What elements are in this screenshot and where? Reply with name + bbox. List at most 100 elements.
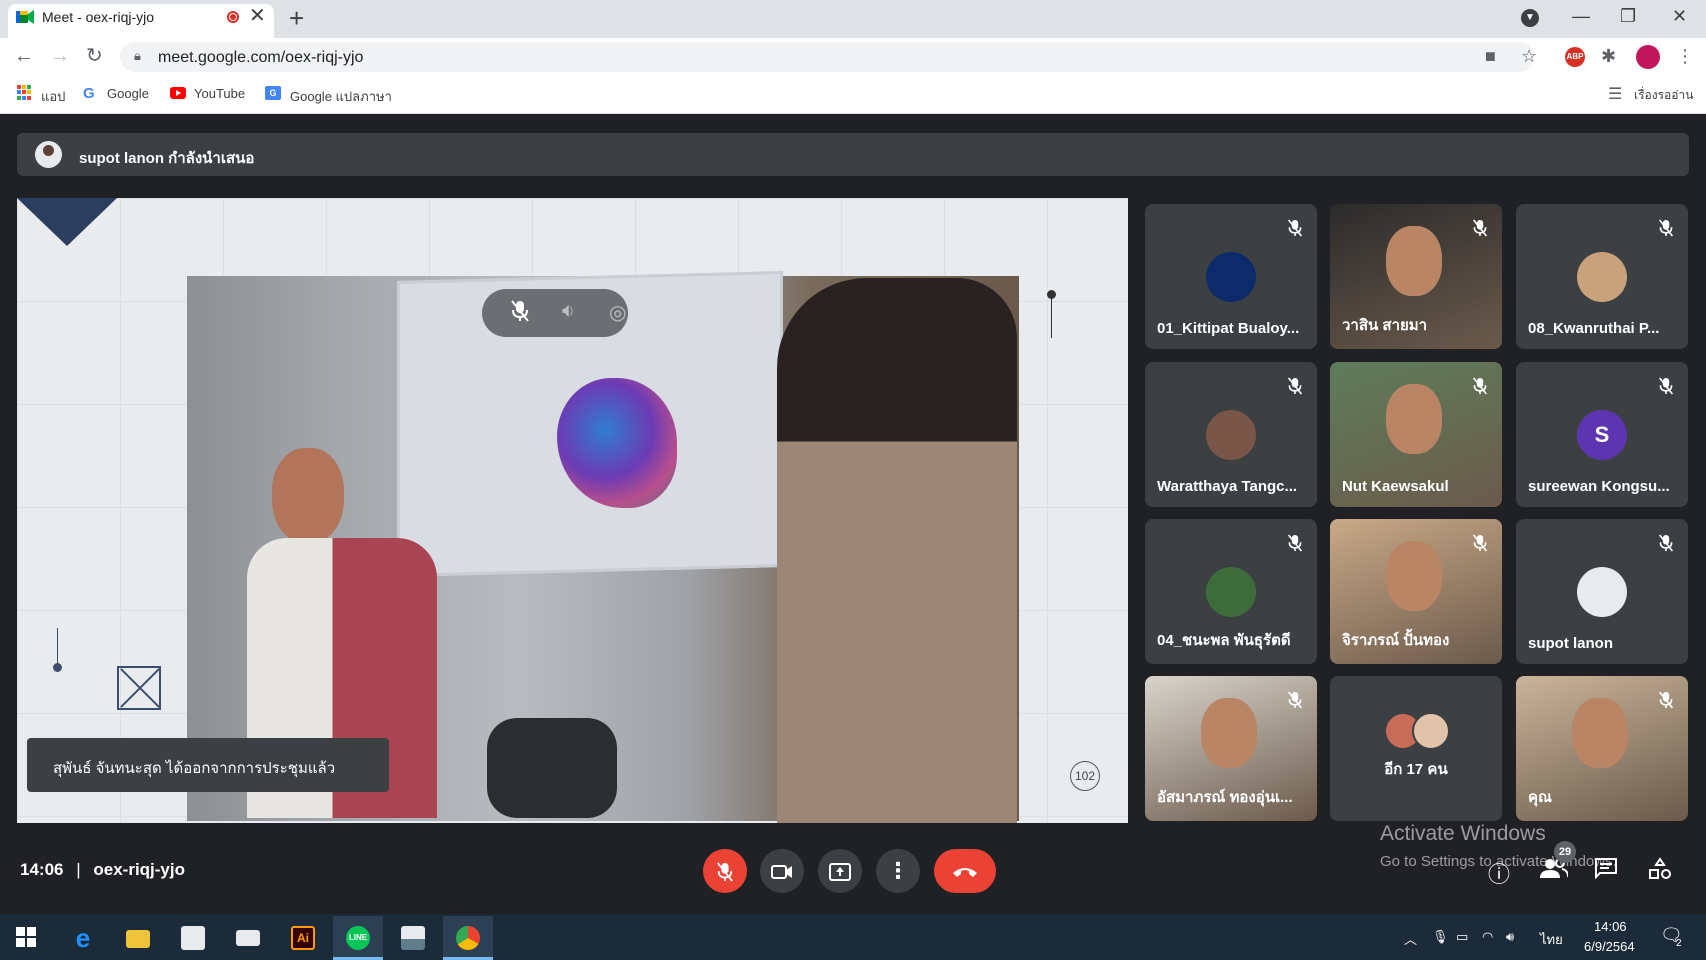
windows-start-button[interactable] [2,916,52,960]
camera-button[interactable] [760,849,804,893]
slide-crossed-square [117,666,161,710]
forward-button[interactable]: → [50,42,70,70]
participant-tile[interactable]: 04_ชนะพล พันธุรัตดี [1145,519,1317,664]
participant-avatar [1206,567,1256,617]
present-icon [818,849,862,893]
participant-count-badge: 29 [1554,841,1576,863]
taskbar-file-explorer[interactable] [113,916,163,960]
profile-avatar[interactable] [1636,45,1660,69]
tray-volume-icon[interactable]: 🔊︎ [1506,929,1514,945]
illustrator-icon: Ai [291,926,315,950]
tab-close-button[interactable]: ✕ [249,6,266,26]
participant-face-image [1386,226,1442,296]
extensions-puzzle-icon[interactable]: ✱ [1601,45,1616,67]
participant-tile[interactable]: Nut Kaewsakul [1330,362,1502,507]
tray-overflow-icon[interactable]: ︿ [1404,929,1417,948]
participant-tile[interactable]: supot lanon [1516,519,1688,664]
participant-name: 01_Kittipat Bualoy... [1157,320,1300,337]
tray-language[interactable]: ไทย [1540,929,1563,950]
bookmark-youtube[interactable]: YouTube [194,86,245,101]
folder-icon [126,930,150,948]
present-screen-button[interactable] [818,849,862,893]
slide-deco-line [57,628,58,668]
apps-grid-icon[interactable] [17,85,32,100]
volume-icon[interactable]: 🔉︎ [562,300,575,323]
slide-deco-line-right [1051,298,1052,338]
participant-name: คุณ [1528,789,1552,806]
meet-favicon-icon [16,9,34,25]
bookmark-google[interactable]: Google [107,86,149,101]
tile-hover-controls[interactable] [482,289,628,337]
participant-name: 08_Kwanruthai P... [1528,320,1660,337]
taskbar-edge[interactable]: e [58,916,108,960]
chat-icon[interactable] [1594,857,1618,885]
participant-name: อัสมาภรณ์ ทองอุ่นเ... [1157,789,1293,806]
meeting-code: oex-riqj-yjo [93,860,185,879]
taskbar-photos[interactable] [388,916,438,960]
microphone-off-button[interactable] [703,849,747,893]
meeting-separator: | [76,860,81,879]
slide-corner-triangle [17,198,117,246]
tray-microphone-icon[interactable]: 🎙︎ [1432,929,1449,945]
muted-mic-icon [1658,218,1674,238]
presenting-text: supot lanon กำลังนำเสนอ [79,150,255,167]
taskbar-illustrator[interactable]: Ai [278,916,328,960]
participant-tile[interactable]: 01_Kittipat Bualoy... [1145,204,1317,349]
muted-mic-icon [1658,376,1674,396]
participant-name: sureewan Kongsu... [1528,478,1670,495]
reload-button[interactable]: ↻ [86,42,103,70]
reading-list-icon[interactable]: ☰ [1608,84,1622,106]
activities-icon[interactable] [1648,857,1672,887]
back-button[interactable]: ← [14,42,34,70]
more-options-button[interactable]: ⋮ [876,849,920,893]
camera-in-use-icon[interactable]: ■ [1485,45,1496,67]
taskbar-clock-time[interactable]: 14:06 [1594,919,1627,934]
maximize-button[interactable]: ❐ [1620,4,1636,28]
participant-tile[interactable]: Waratthaya Tangc... [1145,362,1317,507]
participant-letter-avatar: S [1577,410,1627,460]
mute-presenter-icon[interactable] [510,300,530,328]
participant-tile[interactable]: Ssureewan Kongsu... [1516,362,1688,507]
bookmark-translate[interactable]: Google แปลภาษา [290,86,392,107]
pin-icon[interactable]: ◎ [609,300,626,325]
meeting-details-info-icon[interactable]: ⓘ [1488,857,1510,889]
new-tab-button[interactable]: + [289,4,304,32]
slide-deco-dot [53,663,62,672]
bookmark-apps[interactable]: แอป [41,86,65,107]
adblock-extension-icon[interactable]: ABP [1565,47,1585,67]
participant-tile[interactable]: วาสิน สายมา [1330,204,1502,349]
muted-mic-icon [1287,218,1303,238]
minimize-button[interactable]: — [1572,4,1590,28]
participant-tile[interactable]: 08_Kwanruthai P... [1516,204,1688,349]
tray-wifi-icon[interactable]: ◠ [1482,929,1493,945]
taskbar-line[interactable]: LINE [333,916,383,960]
participant-tile[interactable]: คุณ [1516,676,1688,821]
notification-count: 2 [1676,938,1682,949]
taskbar-chrome[interactable] [443,916,493,960]
participant-name: supot lanon [1528,635,1613,652]
recording-indicator-icon [227,11,239,23]
taskbar-clock-date[interactable]: 6/9/2564 [1584,939,1635,954]
participant-avatar [1206,252,1256,302]
bookmark-star-icon[interactable]: ☆ [1521,45,1537,67]
participant-tile[interactable]: อัสมาภรณ์ ทองอุ่นเ... [1145,676,1317,821]
chrome-menu-icon[interactable]: ⋮ [1676,45,1694,67]
taskbar-mail[interactable] [223,916,273,960]
reading-list-button[interactable]: เรื่องรออ่าน [1634,86,1693,105]
participant-avatar [1577,567,1627,617]
muted-mic-icon [1472,218,1488,238]
tab-search-icon[interactable]: ▼ [1521,9,1539,27]
url-text[interactable]: meet.google.com/oex-riqj-yjo [158,49,363,67]
presenting-banner [17,133,1689,176]
participant-tile[interactable]: จิราภรณ์ ปั้นทอง [1330,519,1502,664]
participant-face-image [1572,698,1628,768]
taskbar-store[interactable] [168,916,218,960]
lock-icon[interactable]: 🔒︎ [134,48,141,64]
participant-tile[interactable]: อีก 17 คน [1330,676,1502,821]
leave-call-button[interactable] [934,849,996,893]
tray-battery-icon[interactable]: ▭ [1456,929,1468,945]
presenter-head-image [272,448,344,543]
photos-icon [401,926,425,950]
tab-title: Meet - oex-riqj-yjo [42,9,155,25]
window-close-button[interactable]: ✕ [1672,4,1687,28]
